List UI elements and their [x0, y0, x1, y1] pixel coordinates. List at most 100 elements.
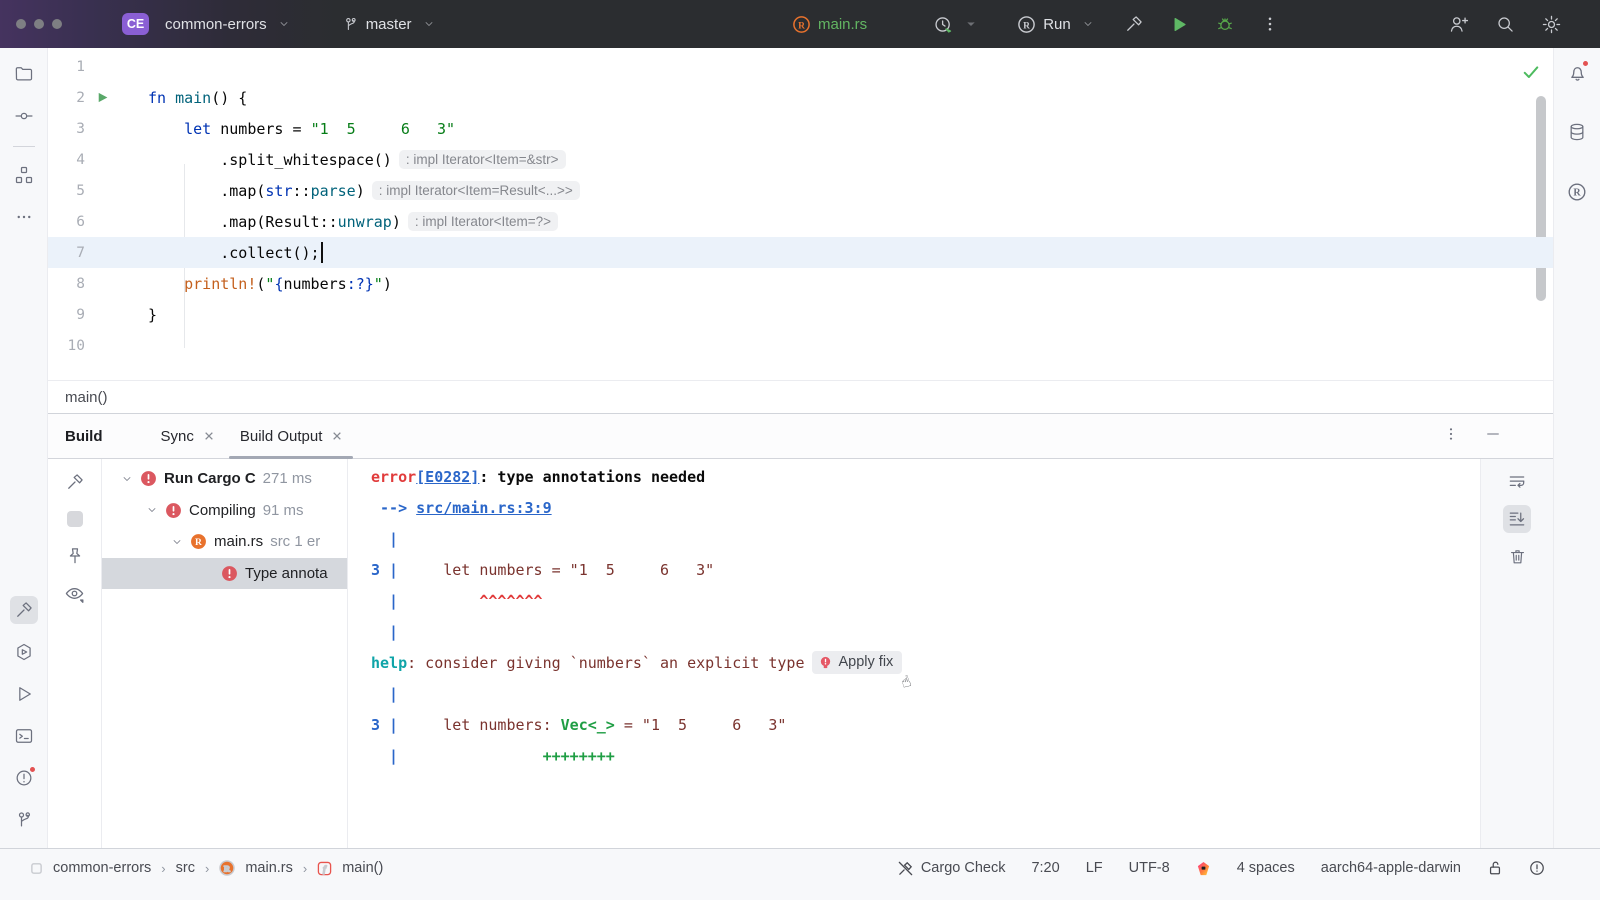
- window-close-button[interactable]: [16, 19, 26, 29]
- build-output-console[interactable]: error [E0282]: type annotations needed --…: [348, 459, 1480, 848]
- build-tree-row[interactable]: Compiling 91 ms: [102, 495, 347, 527]
- editor-line[interactable]: 5 .map(str:: parse): impl Iterator<Item=R…: [48, 175, 1553, 206]
- editor-line[interactable]: 8 println!("{numbers:?} "): [48, 268, 1553, 299]
- problems-tool-icon[interactable]: [10, 764, 38, 792]
- run-configuration-widget[interactable]: R Run: [1017, 15, 1094, 34]
- editor-line[interactable]: 9}: [48, 299, 1553, 330]
- more-tools-icon[interactable]: [10, 203, 38, 231]
- more-actions-kebab-icon[interactable]: [1261, 15, 1279, 33]
- gutter: 8: [48, 274, 148, 294]
- code-text[interactable]: .split_whitespace(): impl Iterator<Item=…: [148, 150, 1553, 169]
- editor-line[interactable]: 1: [48, 51, 1553, 82]
- inlay-type-hint[interactable]: : impl Iterator<Item=&str>: [398, 150, 566, 169]
- run-button[interactable]: [1170, 15, 1189, 34]
- ai-assistant-icon[interactable]: [1196, 861, 1211, 876]
- terminal-tool-icon[interactable]: [10, 722, 38, 750]
- error-code-link[interactable]: [E0282]: [416, 468, 479, 486]
- clear-all-trash-icon[interactable]: [1503, 542, 1531, 570]
- build-hammer-button[interactable]: [1124, 14, 1144, 34]
- rerun-build-hammer-icon[interactable]: [61, 468, 89, 496]
- window-minimize-button[interactable]: [34, 19, 44, 29]
- profiler-widget[interactable]: [933, 14, 977, 35]
- line-number: 7: [76, 244, 85, 261]
- code-with-me-add-user-icon[interactable]: [1448, 14, 1469, 35]
- editor-line[interactable]: 7 .collect();: [48, 237, 1553, 268]
- line-separator-widget[interactable]: LF: [1086, 860, 1103, 876]
- rust-plugin-icon[interactable]: R: [1563, 178, 1591, 206]
- preview-eye-icon[interactable]: [61, 579, 89, 607]
- indent-widget[interactable]: 4 spaces: [1237, 860, 1295, 876]
- window-zoom-button[interactable]: [52, 19, 62, 29]
- settings-gear-icon[interactable]: [1541, 14, 1562, 35]
- problems-status-icon[interactable]: [1529, 860, 1545, 876]
- inlay-type-hint[interactable]: : impl Iterator<Item=Result<...>>: [371, 181, 580, 200]
- panel-options-kebab-icon[interactable]: [1443, 426, 1459, 446]
- caret-position-widget[interactable]: 7:20: [1031, 860, 1059, 876]
- services-tool-icon[interactable]: [10, 638, 38, 666]
- pin-tab-icon[interactable]: [61, 542, 89, 570]
- breadcrumb-item[interactable]: main(): [65, 389, 108, 406]
- status-crumb-file[interactable]: main.rs: [245, 860, 293, 876]
- window-controls[interactable]: [16, 19, 62, 29]
- build-tree-row[interactable]: Rmain.rs src 1 er: [102, 526, 347, 558]
- status-crumb-project[interactable]: common-errors: [53, 860, 151, 876]
- titlebar: CE common-errors master R main.rs R Run: [0, 0, 1600, 48]
- search-everywhere-icon[interactable]: [1495, 14, 1515, 34]
- tree-expand-chevron-icon[interactable]: [143, 504, 161, 516]
- console-text: ^^^^^^^: [407, 591, 543, 610]
- console-text: |: [371, 591, 408, 610]
- code-text[interactable]: fn main() {: [148, 89, 1553, 107]
- apply-fix-button[interactable]: Apply fix ☝: [812, 651, 913, 692]
- commit-tool-icon[interactable]: [10, 102, 38, 130]
- editor-line[interactable]: 6 .map(Result:: unwrap): impl Iterator<It…: [48, 206, 1553, 237]
- build-tree-row[interactable]: Run Cargo C 271 ms: [102, 463, 347, 495]
- branch-icon: [342, 16, 359, 33]
- editor-line[interactable]: 3 let numbers = "1 5 6 3": [48, 113, 1553, 144]
- close-icon[interactable]: [332, 428, 342, 445]
- tree-expand-chevron-icon[interactable]: [168, 536, 186, 548]
- version-control-tool-icon[interactable]: [10, 806, 38, 834]
- breadcrumb[interactable]: main(): [48, 380, 1553, 413]
- run-gutter-icon[interactable]: [92, 88, 112, 108]
- toolchain-widget[interactable]: aarch64-apple-darwin: [1321, 860, 1461, 876]
- project-tool-icon[interactable]: [10, 60, 38, 88]
- tab-sync[interactable]: Sync: [148, 414, 227, 459]
- source-location-link[interactable]: src/main.rs:3:9: [416, 499, 551, 517]
- code-editor[interactable]: 1 2 fn main() {3 let numbers = "1 5 6 3" 4 …: [48, 48, 1553, 380]
- scroll-to-end-icon[interactable]: [1503, 505, 1531, 533]
- code-text[interactable]: .collect();: [148, 242, 1553, 263]
- chevron-down-icon[interactable]: [965, 18, 977, 30]
- project-widget[interactable]: CE common-errors: [122, 13, 290, 35]
- inlay-type-hint[interactable]: : impl Iterator<Item=?>: [407, 212, 559, 231]
- svg-text:R: R: [224, 863, 231, 873]
- build-panel-title[interactable]: Build: [65, 428, 103, 445]
- code-text[interactable]: println!("{numbers:?} "): [148, 275, 1553, 293]
- encoding-widget[interactable]: UTF-8: [1129, 860, 1170, 876]
- editor-line[interactable]: 10: [48, 330, 1553, 361]
- stop-build-icon[interactable]: [61, 505, 89, 533]
- editor-line[interactable]: 4 .split_whitespace(): impl Iterator<Ite…: [48, 144, 1553, 175]
- tree-expand-chevron-icon[interactable]: [118, 473, 136, 485]
- cargo-check-widget[interactable]: Cargo Check: [897, 860, 1005, 877]
- tab-build-output[interactable]: Build Output: [227, 414, 356, 459]
- current-file-widget[interactable]: R main.rs: [792, 15, 867, 34]
- build-tree-row[interactable]: Type annota: [102, 557, 347, 589]
- editor-line[interactable]: 2 fn main() {: [48, 82, 1553, 113]
- code-text[interactable]: .map(str:: parse): impl Iterator<Item=Res…: [148, 181, 1553, 200]
- debug-button[interactable]: [1215, 14, 1235, 34]
- structure-tool-icon[interactable]: [10, 161, 38, 189]
- soft-wrap-icon[interactable]: [1503, 468, 1531, 496]
- unlocked-icon[interactable]: [1487, 860, 1503, 876]
- database-tool-icon[interactable]: [1563, 118, 1591, 146]
- status-crumb-function[interactable]: main(): [342, 860, 383, 876]
- code-text[interactable]: let numbers = "1 5 6 3": [148, 120, 1553, 138]
- build-tool-icon[interactable]: [9, 596, 38, 624]
- minimize-panel-icon[interactable]: [1485, 426, 1501, 446]
- vcs-branch-widget[interactable]: master: [342, 16, 435, 33]
- close-icon[interactable]: [204, 428, 214, 445]
- notifications-bell-icon[interactable]: [1563, 58, 1591, 86]
- run-tool-icon[interactable]: [10, 680, 38, 708]
- code-text[interactable]: .map(Result:: unwrap): impl Iterator<Item…: [148, 212, 1553, 231]
- code-text[interactable]: }: [148, 306, 1553, 324]
- status-crumb-src[interactable]: src: [176, 860, 195, 876]
